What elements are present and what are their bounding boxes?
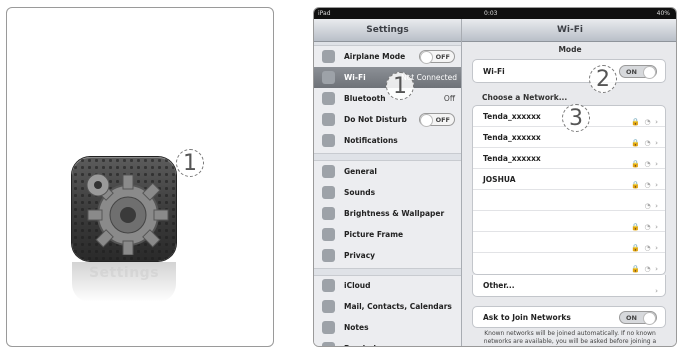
wifi-toggle-group: Wi-Fi ON	[472, 59, 666, 83]
sidebar-item-sounds[interactable]: Sounds	[314, 182, 461, 203]
network-row[interactable]: Tenda_xxxxxx 🔒 ◔ ›	[473, 148, 665, 169]
ask-to-join-footnote: Known networks will be joined automatica…	[483, 330, 657, 345]
brightness-icon	[322, 207, 335, 220]
ask-to-join-toggle[interactable]: ON	[619, 311, 657, 325]
picture-frame-icon	[322, 228, 335, 241]
sidebar-item-privacy[interactable]: Privacy	[314, 245, 461, 266]
choose-network-header: Choose a Network...	[482, 93, 568, 102]
other-network-group: Other... ›	[472, 275, 666, 297]
ipad-screen-panel: iPad 0:03 40% Settings Airplane Mode OFF…	[313, 7, 677, 347]
moon-icon	[322, 113, 335, 126]
bluetooth-icon	[322, 92, 335, 105]
sidebar-item-general[interactable]: General	[314, 161, 461, 182]
network-row[interactable]: 🔒 ◔ ›	[473, 211, 665, 232]
sidebar-item-notes[interactable]: Notes	[314, 317, 461, 338]
sidebar-item-icloud[interactable]: iCloud	[314, 275, 461, 296]
network-row[interactable]: ◔ ›	[473, 190, 665, 211]
battery-indicator: 40%	[656, 10, 670, 17]
wifi-icon	[322, 71, 335, 84]
wifi-row: Wi-Fi ON	[473, 61, 665, 82]
mail-icon	[322, 300, 335, 313]
cloud-icon	[322, 279, 335, 292]
callout-step-1-wifi: 1	[386, 72, 414, 100]
airplane-mode-toggle[interactable]: OFF	[419, 50, 455, 64]
reminders-icon	[322, 342, 335, 346]
status-time: 0:03	[484, 10, 498, 17]
callout-step-3-network: 3	[562, 104, 590, 132]
settings-master-list: Settings Airplane Mode OFF Wi-Fi Not Con…	[314, 19, 462, 346]
network-row[interactable]: 🔒 ◔ ›	[473, 253, 665, 274]
sidebar-item-airplane-mode[interactable]: Airplane Mode OFF	[314, 46, 461, 67]
gear-small-icon	[322, 165, 335, 178]
hand-icon	[322, 249, 335, 262]
network-row[interactable]: 🔒 ◔ ›	[473, 232, 665, 253]
sidebar-item-mail[interactable]: Mail, Contacts, Calendars	[314, 296, 461, 317]
callout-step-2-toggle: 2	[589, 65, 617, 93]
detail-title: Wi-Fi	[462, 19, 676, 42]
notes-icon	[322, 321, 335, 334]
airplane-icon	[322, 50, 335, 63]
gear-icon	[86, 173, 169, 255]
sidebar-item-do-not-disturb[interactable]: Do Not Disturb OFF	[314, 109, 461, 130]
callout-step-1-icon: 1	[176, 149, 204, 177]
network-row[interactable]: JOSHUA 🔒 ◔ ›	[473, 169, 665, 190]
status-bar: iPad 0:03 40%	[314, 8, 676, 19]
device-label: iPad	[318, 10, 331, 17]
sidebar-item-picture-frame[interactable]: Picture Frame	[314, 224, 461, 245]
master-title: Settings	[314, 19, 461, 42]
speaker-icon	[322, 186, 335, 199]
app-icon-label: Settings	[88, 265, 160, 281]
do-not-disturb-toggle[interactable]: OFF	[419, 113, 455, 127]
chevron-right-icon: ›	[655, 287, 659, 295]
mode-label: Mode	[558, 45, 582, 54]
wifi-toggle[interactable]: ON	[619, 65, 657, 79]
sidebar-item-notifications[interactable]: Notifications	[314, 130, 461, 151]
other-network-row[interactable]: Other... ›	[473, 275, 665, 296]
sidebar-item-reminders[interactable]: Reminders	[314, 338, 461, 346]
ask-to-join-row: Ask to Join Networks ON	[473, 307, 665, 328]
wifi-detail-pane: Wi-Fi Mode Wi-Fi ON Choose a Network... …	[462, 19, 676, 346]
settings-app-icon[interactable]	[72, 157, 176, 261]
sidebar-item-brightness[interactable]: Brightness & Wallpaper	[314, 203, 461, 224]
ask-to-join-group: Ask to Join Networks ON	[472, 306, 666, 328]
notifications-icon	[322, 134, 335, 147]
